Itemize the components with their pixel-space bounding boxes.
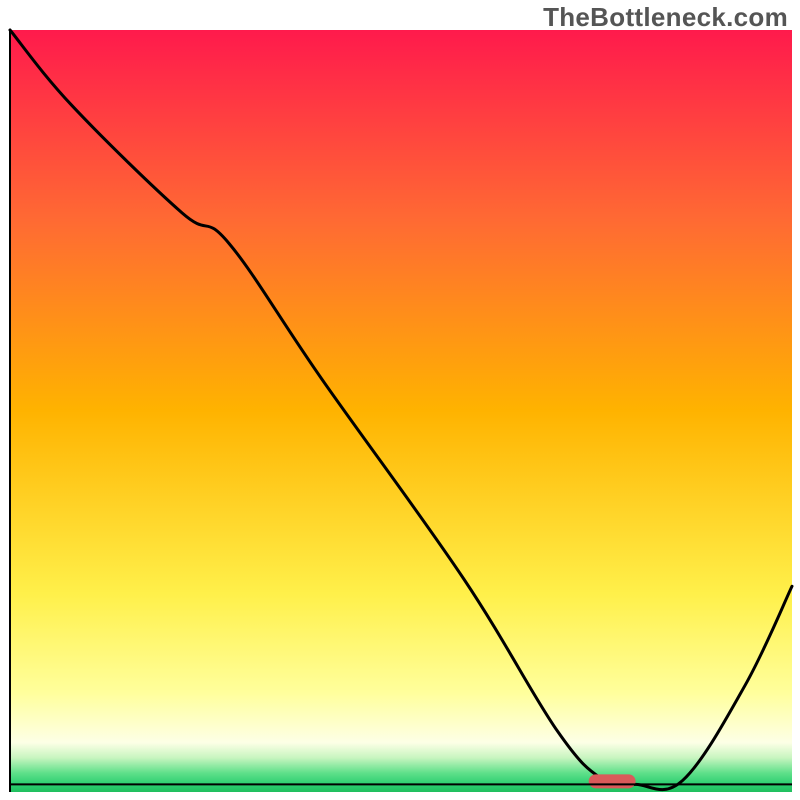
plot-background xyxy=(10,30,792,792)
optimal-marker xyxy=(589,774,636,788)
bottleneck-chart xyxy=(0,0,800,800)
